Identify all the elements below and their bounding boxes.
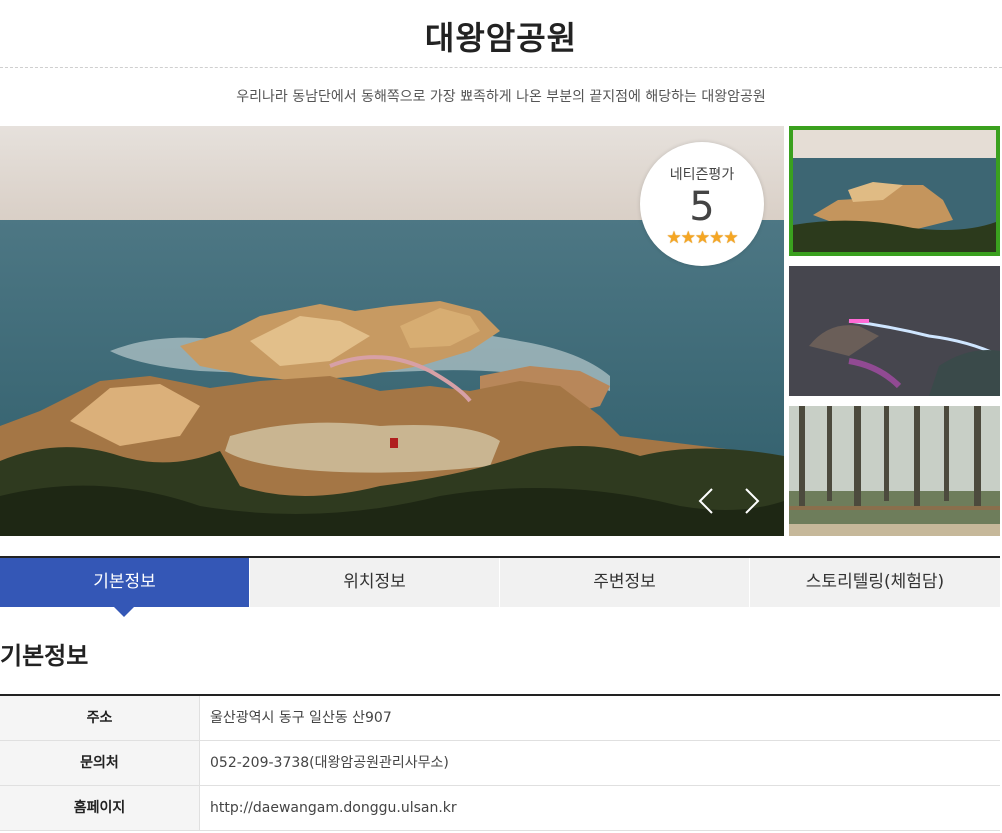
contact-value: 052-209-3738(대왕암공원관리사무소)	[210, 755, 449, 771]
tab-storytelling[interactable]: 스토리텔링(체험담)	[749, 558, 1000, 607]
thumbnail-2[interactable]	[789, 266, 1000, 396]
thumbnail-1-selected[interactable]	[789, 126, 1000, 256]
previous-arrow-icon[interactable]	[694, 486, 718, 516]
tab-bar: 기본정보 위치정보 주변정보 스토리텔링(체험담)	[0, 556, 1000, 609]
table-row: 홈페이지 http://daewangam.donggu.ulsan.kr	[0, 786, 1000, 831]
tab-basic-info[interactable]: 기본정보	[0, 558, 249, 607]
section-title: 기본정보	[0, 642, 89, 670]
rating-score: 5	[689, 184, 715, 230]
table-row: 문의처 052-209-3738(대왕암공원관리사무소)	[0, 741, 1000, 786]
title-divider	[0, 67, 1002, 68]
address-value: 울산광역시 동구 일산동 산907	[210, 710, 392, 726]
homepage-link[interactable]: http://daewangam.donggu.ulsan.kr	[210, 786, 457, 830]
page-title: 대왕암공원	[424, 19, 578, 57]
thumbnail-list	[789, 126, 1000, 536]
rating-stars: ★★★★★	[666, 228, 738, 248]
homepage-label: 홈페이지	[0, 786, 200, 830]
next-arrow-icon[interactable]	[740, 486, 764, 516]
photo-gallery: 네티즌평가 5 ★★★★★	[0, 126, 1002, 536]
rating-badge: 네티즌평가 5 ★★★★★	[640, 142, 764, 266]
active-tab-pointer	[114, 607, 134, 617]
tab-nearby-info[interactable]: 주변정보	[499, 558, 749, 607]
thumbnail-3[interactable]	[789, 406, 1000, 536]
tab-location-info[interactable]: 위치정보	[249, 558, 499, 607]
info-table: 주소 울산광역시 동구 일산동 산907 문의처 052-209-3738(대왕…	[0, 694, 1000, 831]
table-row: 주소 울산광역시 동구 일산동 산907	[0, 696, 1000, 741]
rating-label: 네티즌평가	[669, 167, 735, 183]
page-subtitle: 우리나라 동남단에서 동해쪽으로 가장 뾰족하게 나온 부분의 끝지점에 해당하…	[236, 89, 766, 105]
address-label: 주소	[0, 696, 200, 740]
main-photo: 네티즌평가 5 ★★★★★	[0, 126, 784, 536]
contact-label: 문의처	[0, 741, 200, 785]
